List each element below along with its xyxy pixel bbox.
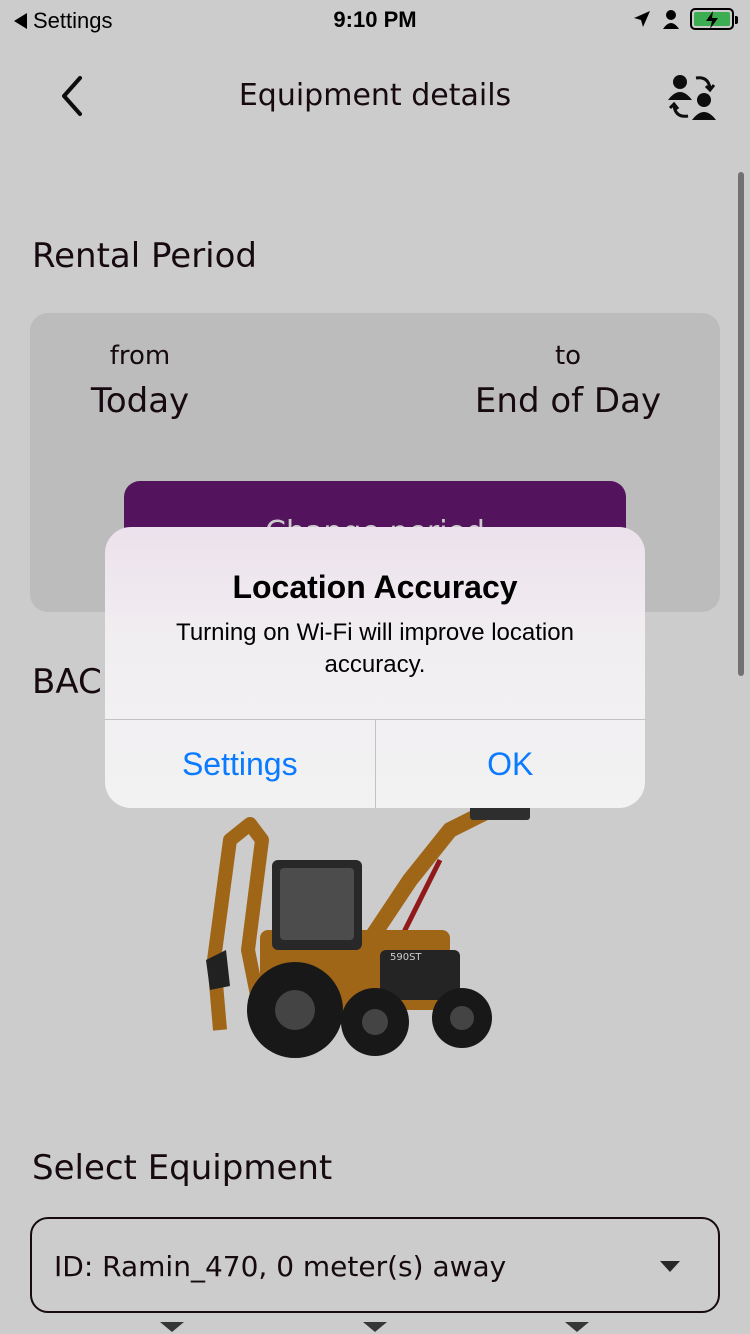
alert-buttons: Settings OK xyxy=(105,719,645,808)
alert-title: Location Accuracy xyxy=(232,569,518,605)
alert-settings-button[interactable]: Settings xyxy=(105,720,375,808)
alert-message: Turning on Wi-Fi will improve location a… xyxy=(176,619,574,678)
location-accuracy-alert: Location Accuracy Turning on Wi-Fi will … xyxy=(105,527,645,808)
alert-ok-button[interactable]: OK xyxy=(374,720,646,808)
